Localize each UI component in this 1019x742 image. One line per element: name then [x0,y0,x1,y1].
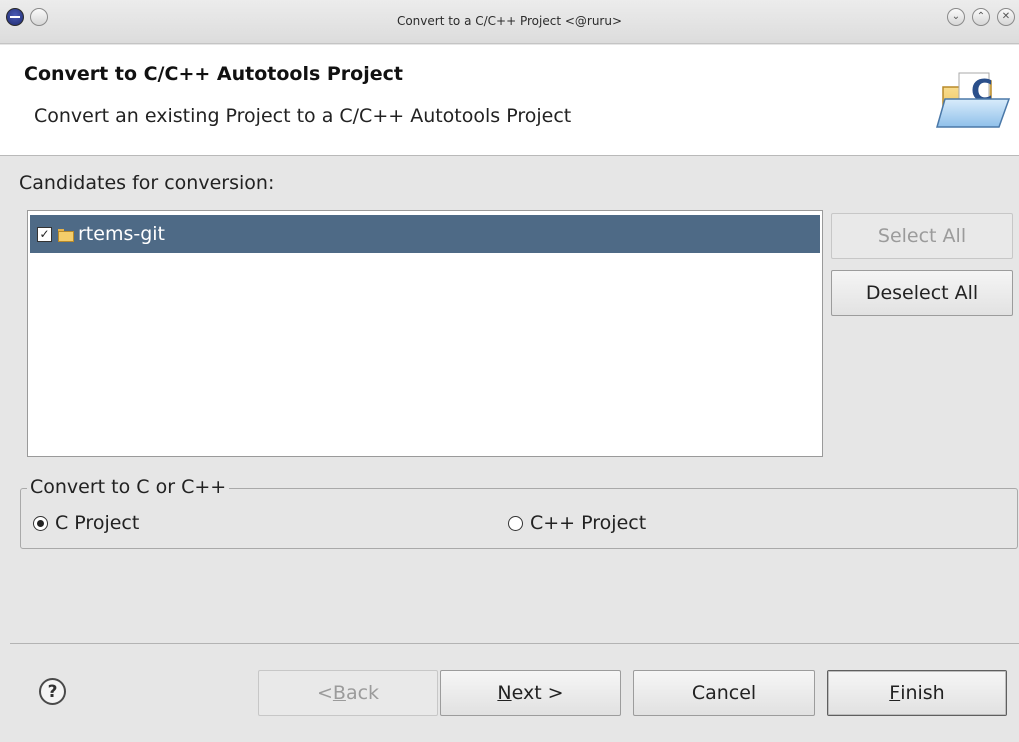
candidates-list[interactable]: ✓ rtems-git [27,210,823,457]
radio-unselected-icon [508,515,523,531]
close-icon[interactable]: ✕ [997,8,1015,26]
help-icon[interactable]: ? [39,678,66,705]
finish-mnemonic: F [889,682,901,704]
finish-rest: inish [900,682,945,704]
next-button[interactable]: Next > [440,670,621,716]
maximize-icon[interactable]: ⌃ [972,8,990,26]
candidates-label: Candidates for conversion: [19,172,275,194]
wizard-banner: Convert to C/C++ Autotools Project Conve… [0,45,1019,156]
convert-group-legend: Convert to C or C++ [27,476,230,498]
cpp-project-radio[interactable]: C++ Project [508,512,646,534]
back-mnemonic: B [332,682,346,704]
cancel-button[interactable]: Cancel [633,670,815,716]
project-name: rtems-git [78,223,166,245]
c-project-label: C Project [55,512,140,534]
footer-separator [10,643,1019,644]
back-prefix: < [316,682,333,704]
folder-c-icon: C [936,72,1011,128]
select-all-button[interactable]: Select All [831,213,1013,259]
window-title: Convert to a C/C++ Project <@ruru> [396,14,623,28]
c-project-radio[interactable]: C Project [33,512,139,534]
project-checkbox[interactable]: ✓ [37,226,52,242]
back-button[interactable]: < Back [258,670,438,716]
radio-selected-icon [33,515,48,531]
next-mnemonic: N [497,682,512,704]
deselect-all-button[interactable]: Deselect All [831,270,1013,316]
folder-icon [58,228,74,242]
finish-button[interactable]: Finish [827,670,1007,716]
title-bar: Convert to a C/C++ Project <@ruru> ⌄ ⌃ ✕ [0,0,1019,44]
shade-icon[interactable]: ⌄ [947,8,965,26]
wizard-title: Convert to C/C++ Autotools Project [24,63,403,85]
cpp-project-label: C++ Project [530,512,647,534]
wizard-description: Convert an existing Project to a C/C++ A… [34,105,572,127]
list-item[interactable]: ✓ rtems-git [30,215,820,253]
back-rest: ack [345,682,380,704]
next-rest: ext > [511,682,564,704]
